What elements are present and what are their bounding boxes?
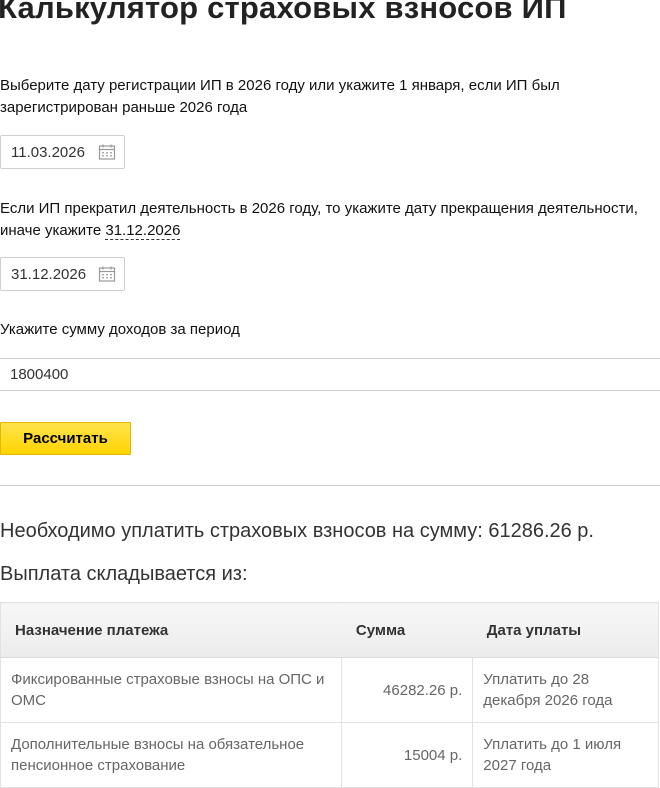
total-result: Необходимо уплатить страховых взносов на… <box>0 520 594 542</box>
calendar-icon[interactable] <box>98 143 116 161</box>
payment-purpose: Фиксированные страховые взносы на ОПС и … <box>0 657 343 723</box>
termination-label-text: Если ИП прекратил деятельность в 2026 го… <box>0 200 638 239</box>
column-header-due-date: Дата уплаты <box>472 602 659 658</box>
payment-amount: 15004 р. <box>341 722 474 788</box>
breakdown-heading: Выплата складывается из: <box>0 563 248 585</box>
registration-date-label: Выберите дату регистрации ИП в 2026 году… <box>0 77 560 116</box>
column-header-amount: Сумма <box>341 602 473 658</box>
termination-date-label: Если ИП прекратил деятельность в 2026 го… <box>0 198 650 242</box>
termination-date-value: 31.12.2026 <box>11 265 87 283</box>
registration-date-value: 11.03.2026 <box>11 143 85 161</box>
income-label: Укажите сумму доходов за период <box>0 321 240 338</box>
column-header-purpose: Назначение платежа <box>0 602 342 658</box>
payment-due-date: Уплатить до 1 июля 2027 года <box>472 722 659 788</box>
termination-default-date-link[interactable]: 31.12.2026 <box>105 222 181 240</box>
table-row: Дополнительные взносы на обязательное пе… <box>0 722 659 788</box>
payment-purpose: Дополнительные взносы на обязательное пе… <box>0 722 343 788</box>
payments-table: Назначение платежа Сумма Дата уплаты Фик… <box>0 602 659 788</box>
termination-date-field[interactable]: 31.12.2026 <box>0 257 125 291</box>
payment-due-date: Уплатить до 28 декабря 2026 года <box>472 657 659 723</box>
page-title: Калькулятор страховых взносов ИП <box>0 0 567 25</box>
registration-date-field[interactable]: 11.03.2026 <box>0 135 125 169</box>
calculate-button[interactable]: Рассчитать <box>0 422 131 455</box>
divider <box>0 485 660 486</box>
calendar-icon[interactable] <box>98 265 116 283</box>
table-row: Фиксированные страховые взносы на ОПС и … <box>0 657 659 723</box>
income-input[interactable] <box>0 358 660 391</box>
payment-amount: 46282.26 р. <box>341 657 474 723</box>
table-header-row: Назначение платежа Сумма Дата уплаты <box>0 602 659 658</box>
